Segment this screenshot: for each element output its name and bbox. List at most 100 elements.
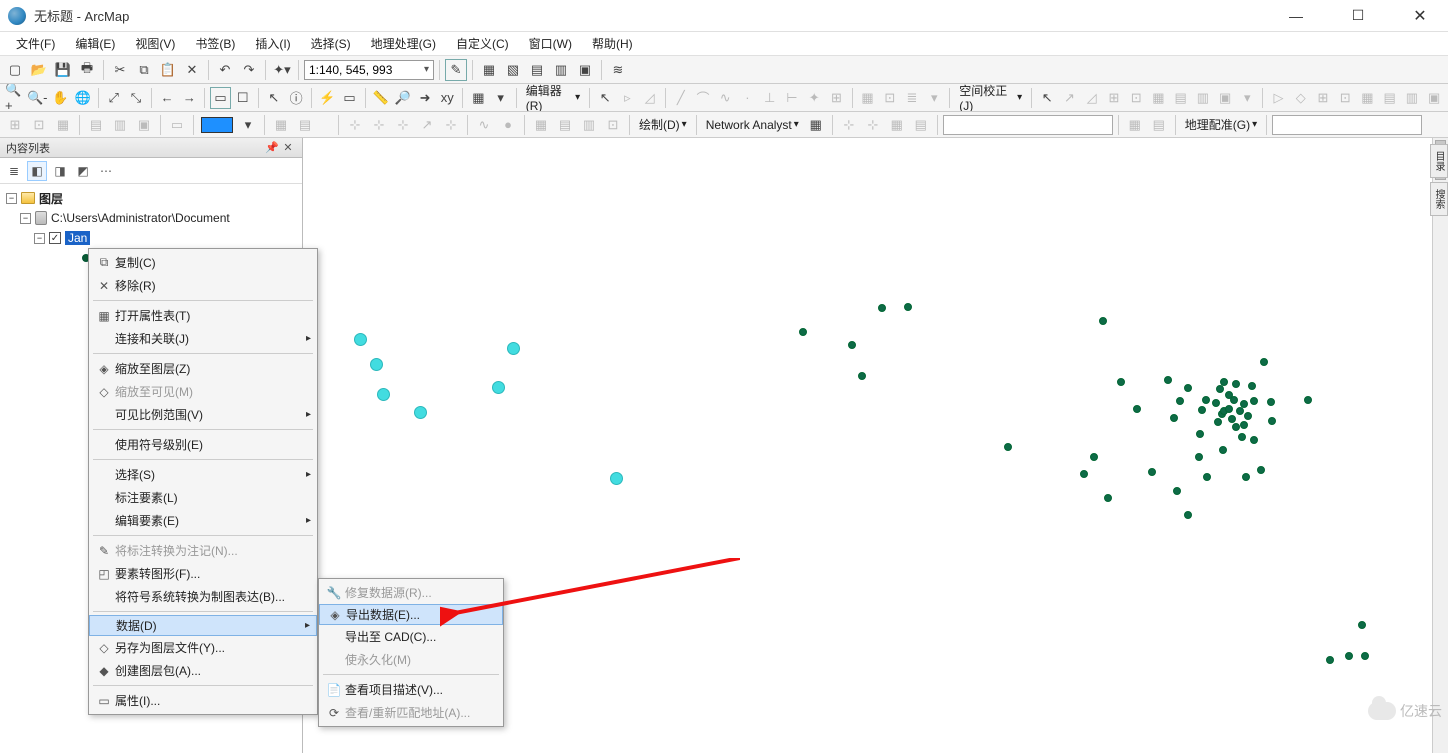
ctx-item[interactable]: 将符号系统转换为制图表达(B)... — [89, 585, 317, 608]
expander-icon[interactable]: − — [20, 213, 31, 224]
map-point[interactable] — [1242, 473, 1250, 481]
sa-t1-icon[interactable]: ↗ — [1059, 87, 1079, 109]
map-point[interactable] — [414, 406, 427, 419]
map-point[interactable] — [1170, 414, 1178, 422]
snap5-icon[interactable]: ⊹ — [440, 114, 462, 136]
map-point[interactable] — [1232, 423, 1240, 431]
map-point[interactable] — [1260, 358, 1268, 366]
ctx-item[interactable]: 📄查看项目描述(V)... — [319, 678, 503, 701]
snap1-icon[interactable]: ⊹ — [344, 114, 366, 136]
map-point[interactable] — [1228, 415, 1236, 423]
d7-icon[interactable]: ▭ — [166, 114, 188, 136]
sa-t12-icon[interactable]: ⊡ — [1335, 87, 1355, 109]
d8-icon[interactable]: ▦ — [270, 114, 292, 136]
map-point[interactable] — [1345, 652, 1353, 660]
map-point[interactable] — [1238, 433, 1246, 441]
edit-tool2-icon[interactable]: ◿ — [640, 87, 660, 109]
sa-t3-icon[interactable]: ⊞ — [1104, 87, 1124, 109]
catalog-tab[interactable]: 目录 — [1430, 144, 1448, 178]
map-point[interactable] — [1184, 511, 1192, 519]
map-point[interactable] — [1212, 399, 1220, 407]
menu-customize[interactable]: 自定义(C) — [446, 33, 519, 54]
d3-icon[interactable]: ▦ — [52, 114, 74, 136]
d6-icon[interactable]: ▣ — [133, 114, 155, 136]
ctx-item[interactable]: ▦打开属性表(T) — [89, 304, 317, 327]
pin-icon[interactable]: 📌 — [264, 141, 280, 154]
sa-t2-icon[interactable]: ◿ — [1082, 87, 1102, 109]
layer-visibility-checkbox[interactable]: ✓ — [49, 232, 61, 244]
redo-icon[interactable]: ↷ — [238, 59, 260, 81]
map-point[interactable] — [610, 472, 623, 485]
ctx-item[interactable]: ◇另存为图层文件(Y)... — [89, 636, 317, 659]
panel5-icon[interactable]: ▣ — [574, 59, 596, 81]
ctx-item[interactable]: 使用符号级别(E) — [89, 433, 317, 456]
map-point[interactable] — [1268, 417, 1276, 425]
panel3-icon[interactable]: ▤ — [526, 59, 548, 81]
expander-icon[interactable]: − — [6, 193, 17, 204]
tree-layer[interactable]: − ✓ Jan — [6, 228, 296, 248]
edit-curve-icon[interactable]: ∿ — [715, 87, 735, 109]
snap10-icon[interactable]: ▥ — [578, 114, 600, 136]
snap6-icon[interactable]: ∿ — [473, 114, 495, 136]
d2-icon[interactable]: ⊡ — [28, 114, 50, 136]
sa-t10-icon[interactable]: ◇ — [1291, 87, 1311, 109]
toc-list-by-draw-icon[interactable]: ≣ — [4, 161, 24, 181]
ctx-item[interactable]: 连接和关联(J)▸ — [89, 327, 317, 350]
map-point[interactable] — [858, 372, 866, 380]
edit-arc-icon[interactable]: ⌒ — [693, 87, 713, 109]
ctx-item[interactable]: 标注要素(L) — [89, 486, 317, 509]
ctx-item[interactable]: 导出至 CAD(C)... — [319, 625, 503, 648]
editor-dropdown[interactable]: 编辑器(R)▾ — [522, 84, 584, 112]
time-icon[interactable]: ▦ — [468, 87, 488, 109]
ctx-item[interactable]: ⧉复制(C) — [89, 251, 317, 274]
map-point[interactable] — [507, 342, 520, 355]
select-rect-icon[interactable]: ▭ — [210, 87, 230, 109]
ctx-item[interactable]: ◈缩放至图层(Z) — [89, 357, 317, 380]
sa-t7-icon[interactable]: ▥ — [1193, 87, 1213, 109]
hyperlink-icon[interactable]: ⚡ — [317, 87, 337, 109]
map-scale-combo[interactable]: 1:140, 545, 993 ▾ — [304, 60, 434, 80]
map-point[interactable] — [1164, 376, 1172, 384]
map-point[interactable] — [1196, 430, 1204, 438]
panel2-icon[interactable]: ▧ — [502, 59, 524, 81]
map-point[interactable] — [904, 303, 912, 311]
toc-list-by-source-icon[interactable]: ◧ — [27, 161, 47, 181]
d9-icon[interactable]: ▤ — [294, 114, 316, 136]
edit-t7-icon[interactable]: ≣ — [902, 87, 922, 109]
na6-icon[interactable]: ▦ — [1124, 114, 1146, 136]
network-analyst-dropdown[interactable]: Network Analyst▾ — [702, 118, 803, 132]
snap7-icon[interactable]: ● — [497, 114, 519, 136]
html-icon[interactable]: ▭ — [339, 87, 359, 109]
zoom-out-icon[interactable]: 🔍- — [26, 87, 48, 109]
snap8-icon[interactable]: ▦ — [530, 114, 552, 136]
na1-icon[interactable]: ▦ — [805, 114, 827, 136]
map-point[interactable] — [1176, 397, 1184, 405]
window-icon[interactable]: ▾ — [491, 87, 511, 109]
menu-window[interactable]: 窗口(W) — [519, 33, 582, 54]
sa-t4-icon[interactable]: ⊡ — [1126, 87, 1146, 109]
map-point[interactable] — [1004, 443, 1012, 451]
identify-icon[interactable]: ⓘ — [286, 87, 306, 109]
snap9-icon[interactable]: ▤ — [554, 114, 576, 136]
edit-t2-icon[interactable]: ⊢ — [782, 87, 802, 109]
delete-icon[interactable]: ✕ — [181, 59, 203, 81]
menu-bookmark[interactable]: 书签(B) — [185, 33, 245, 54]
d-drop-icon[interactable]: ▾ — [237, 114, 259, 136]
python-icon[interactable]: ≋ — [607, 59, 629, 81]
sa-t11-icon[interactable]: ⊞ — [1313, 87, 1333, 109]
georef-dropdown[interactable]: 地理配准(G)▾ — [1181, 116, 1261, 133]
edit-pointer-icon[interactable]: ↖ — [595, 87, 615, 109]
draw-dropdown[interactable]: 绘制(D)▾ — [635, 116, 691, 133]
map-point[interactable] — [1080, 470, 1088, 478]
map-point[interactable] — [1326, 656, 1334, 664]
edit-pt-icon[interactable]: · — [737, 87, 757, 109]
toc-options-icon[interactable]: ⋯ — [96, 161, 116, 181]
sa-t8-icon[interactable]: ▣ — [1215, 87, 1235, 109]
forward-icon[interactable]: → — [179, 87, 199, 109]
d4-icon[interactable]: ▤ — [85, 114, 107, 136]
edit-t4-icon[interactable]: ⊞ — [826, 87, 846, 109]
na5-icon[interactable]: ▤ — [910, 114, 932, 136]
pan-icon[interactable]: ✋ — [50, 87, 70, 109]
zoom-in-icon[interactable]: 🔍+ — [4, 87, 24, 109]
close-button[interactable]: ✕ — [1400, 4, 1440, 28]
